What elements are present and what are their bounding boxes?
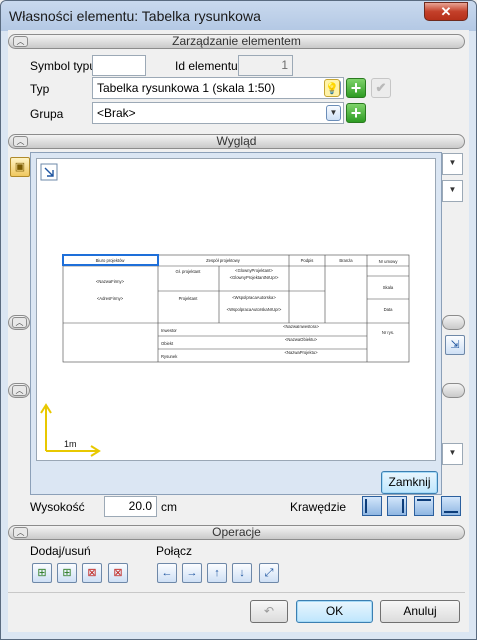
section-operations-label: Operacje — [212, 525, 261, 539]
height-unit: cm — [161, 500, 177, 514]
ok-button[interactable]: OK — [296, 600, 373, 623]
title-bar: Własności elementu: Tabelka rysunkowa ✕ — [1, 1, 476, 31]
symbol-input[interactable] — [92, 55, 146, 76]
cell-data: Data — [384, 307, 394, 312]
title-block-drawing: Biuro projektów Zespół projektowy Podpis… — [40, 163, 410, 457]
cell-gl-projektant: Gł. projektant — [176, 269, 202, 274]
join-down-icon[interactable]: ↓ — [232, 563, 252, 583]
chevron-down-icon[interactable]: ▼ — [445, 446, 460, 462]
scale-label: 1m — [64, 439, 77, 449]
cell-branza: Branża — [339, 258, 353, 263]
join-up-icon[interactable]: ↑ — [207, 563, 227, 583]
join-right-icon[interactable]: → — [182, 563, 202, 583]
preview-popup: Biuro projektów Zespół projektowy Podpis… — [30, 152, 442, 495]
cell-adres-firmy: <AdresFirmy> — [97, 296, 124, 301]
join-left-icon[interactable]: ← — [157, 563, 177, 583]
edge-right-icon — [402, 499, 404, 513]
edge-left-icon — [365, 499, 367, 513]
add-row-icon[interactable]: ⊞ — [32, 563, 52, 583]
type-select[interactable]: Tabelka rysunkowa 1 (skala 1:50) ▼ — [92, 77, 344, 99]
add-type-button[interactable]: + — [346, 78, 366, 98]
join-label: Połącz — [156, 544, 193, 558]
cell-biuro: Biuro projektów — [96, 258, 126, 263]
chevron-up-icon[interactable]: ︿ — [12, 385, 27, 396]
section-operations-header[interactable]: ︿ Operacje — [8, 525, 465, 540]
edge-top-button[interactable] — [414, 496, 434, 516]
height-label: Wysokość — [30, 500, 85, 514]
window-title: Własności elementu: Tabelka rysunkowa — [9, 8, 261, 24]
add-group-button[interactable]: + — [346, 103, 366, 123]
preview-canvas: Biuro projektów Zespół projektowy Podpis… — [36, 158, 436, 461]
remove-row-icon[interactable]: ⊠ — [82, 563, 102, 583]
cell-inwestor: Inwestor — [161, 328, 177, 333]
undo-icon: ↶ — [263, 604, 275, 618]
edge-left-button[interactable] — [362, 496, 382, 516]
remove-column-icon[interactable]: ⊠ — [108, 563, 128, 583]
undo-button[interactable]: ↶ — [250, 600, 288, 623]
add-column-icon[interactable]: ⊞ — [57, 563, 77, 583]
cell-nazwa-projektu: <NazwaProjektu> — [284, 350, 318, 355]
group-select[interactable]: <Brak> ▼ — [92, 102, 344, 124]
chevron-down-icon[interactable]: ▼ — [445, 183, 460, 199]
group-select-value: <Brak> — [97, 106, 136, 120]
chevron-up-icon[interactable]: ︿ — [12, 317, 27, 328]
group-label: Grupa — [30, 107, 64, 121]
cell-nazwa-inwestora: <NazwaInwestora> — [283, 324, 319, 329]
split-cell-icon[interactable]: ⤢ — [259, 563, 279, 583]
edge-bottom-icon — [444, 511, 458, 513]
edge-top-icon — [417, 499, 431, 501]
id-label: Id elementu — [175, 59, 238, 73]
cell-obiekt: Obiekt — [161, 341, 174, 346]
section-appearance-label: Wygląd — [216, 134, 257, 148]
edge-bottom-button[interactable] — [441, 496, 461, 516]
cell-wspolpraca: <WspolpracaAutorska> — [232, 295, 276, 300]
cell-nazwa-obiektu: <NazwaObiektu> — [285, 337, 318, 342]
chevron-down-icon[interactable]: ▼ — [326, 105, 341, 121]
add-remove-label: Dodaj/usuń — [30, 544, 91, 558]
cell-zespol: Zespół projektowy — [206, 258, 241, 263]
edges-label: Krawędzie — [290, 500, 347, 514]
cell-skala: Skala — [383, 285, 394, 290]
export-icon[interactable]: ⇲ — [445, 335, 465, 355]
cell-projektant: Projektant — [179, 296, 199, 301]
collapsed-section-header-2[interactable]: ︿ — [8, 383, 30, 398]
collapsed-section-header-2-right — [442, 383, 465, 398]
close-button[interactable]: ✕ — [424, 2, 468, 21]
cancel-button[interactable]: Anuluj — [380, 600, 460, 623]
type-label: Typ — [30, 82, 50, 96]
collapsed-section-header[interactable]: ︿ — [8, 315, 30, 330]
section-management-label: Zarządzanie elementem — [172, 34, 301, 48]
cell-rysunek: Rysunek — [161, 354, 178, 359]
fit-view-icon[interactable] — [40, 163, 58, 181]
section-management-header[interactable]: ︿ Zarządzanie elementem — [8, 34, 465, 49]
collapsed-section-header-right — [442, 315, 465, 330]
close-preview-button[interactable]: Zamknij — [381, 471, 438, 494]
cell-nazwa-firmy: <NazwaFirmy> — [96, 279, 125, 284]
symbol-label: Symbol typu — [30, 59, 97, 73]
cell-nr-rys: Nr rys. — [382, 330, 394, 335]
edge-right-button[interactable] — [387, 496, 407, 516]
appearance-select-2[interactable]: ▼ — [442, 180, 463, 202]
height-input[interactable]: 20.0 — [104, 496, 157, 517]
id-field: 1 — [238, 55, 293, 76]
chevron-down-icon[interactable]: ▼ — [445, 156, 460, 172]
cell-glowny-projektant-nr: <GlownyProjektantNrUpr> — [230, 275, 279, 280]
cell-podpis: Podpis — [301, 258, 314, 263]
cell-wspolpraca-nr: <WspolpracaAutorskaNrUpr> — [227, 307, 282, 312]
cell-glowny-projektant: <GlownyProjektant> — [235, 268, 273, 273]
lightbulb-icon[interactable]: 💡 — [324, 79, 340, 97]
preview-toggle-icon[interactable]: ▣ — [10, 157, 30, 177]
section-appearance-header[interactable]: ︿ Wygląd — [8, 134, 465, 149]
cell-nr-umowy: Nr umowy — [379, 259, 399, 264]
type-select-value: Tabelka rysunkowa 1 (skala 1:50) — [97, 81, 276, 95]
appearance-select-3[interactable]: ▼ — [442, 443, 463, 465]
appearance-select-1[interactable]: ▼ — [442, 153, 463, 175]
footer-separator — [8, 592, 465, 593]
apply-type-button[interactable]: ✔ — [371, 78, 391, 98]
